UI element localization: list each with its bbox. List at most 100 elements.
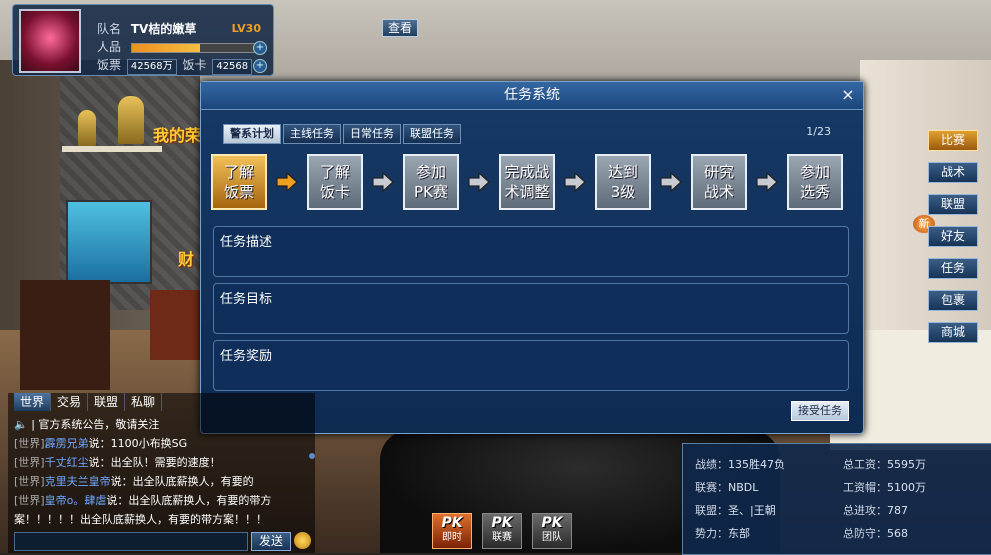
task-step-line: 参加	[799, 163, 830, 181]
popularity-bar	[130, 42, 257, 53]
close-icon[interactable]: ×	[841, 87, 855, 103]
task-step[interactable]: 参加 选秀	[787, 154, 843, 210]
tab-alliance[interactable]: 联盟任务	[403, 124, 461, 144]
side-menu-friends[interactable]: 好友	[928, 226, 978, 247]
task-step-line: 研究	[703, 163, 734, 181]
announcement-line: 🔈 | 官方系统公告，敬请关注	[14, 415, 306, 434]
plus-icon[interactable]: +	[253, 59, 267, 73]
page-indicator: 1/23	[806, 125, 831, 138]
task-steps: 了解 饭票 了解 饭卡 参加 PK赛 完成战 术调整 达到 3级 研究 战术 参加 选秀	[211, 154, 851, 216]
team-label: 队名	[97, 22, 122, 36]
task-step-label: 达到 3级	[608, 162, 638, 202]
task-step[interactable]: 达到 3级	[595, 154, 651, 210]
task-step-line: 了解	[223, 163, 254, 181]
emoji-icon[interactable]	[294, 532, 311, 549]
task-step-label: 了解 饭卡	[320, 162, 350, 202]
side-menu-tactics[interactable]: 战术	[928, 162, 978, 183]
arrow-right-icon	[564, 171, 586, 193]
view-button[interactable]: 查看	[382, 19, 418, 37]
chat-speaker[interactable]: 克里夫兰皇帝	[45, 475, 111, 488]
side-menu-match[interactable]: 比赛	[928, 130, 978, 151]
arrow-right-icon	[660, 171, 682, 193]
task-step-line: 了解	[319, 163, 350, 181]
arrow-right-icon	[468, 171, 490, 193]
cabinet	[20, 280, 110, 390]
task-step-label: 完成战 术调整	[504, 162, 549, 202]
chat-panel: 世界 交易 联盟 私聊 🔈 | 官方系统公告，敬请关注 [世界]霹雳兄弟说：11…	[8, 393, 315, 553]
stat-total-defense: 总防守：568	[843, 527, 908, 540]
chat-scrollbar[interactable]	[309, 453, 315, 459]
task-tabs: 警系计划 主线任务 日常任务 联盟任务	[223, 124, 463, 144]
task-dialog: 任务系统 × 警系计划 主线任务 日常任务 联盟任务 1/23 了解 饭票 了解 饭卡…	[200, 81, 864, 434]
task-step-line: PK赛	[414, 183, 448, 201]
stat-alliance: 联盟：圣、|王朝	[695, 504, 776, 517]
meal-card-label: 饭卡	[182, 58, 207, 72]
tab-plan[interactable]: 警系计划	[223, 124, 281, 144]
task-step[interactable]: 研究 战术	[691, 154, 747, 210]
chat-input[interactable]	[14, 532, 248, 551]
pk-button[interactable]: PK 团队	[532, 513, 572, 549]
task-step-line: 术调整	[504, 183, 550, 201]
task-step-line: 选秀	[799, 183, 830, 201]
chat-tabs: 世界 交易 联盟 私聊	[14, 393, 163, 411]
chat-speaker[interactable]: 皇帝o。肆虐	[45, 494, 107, 507]
side-menu-alliance[interactable]: 联盟	[928, 194, 978, 215]
dialog-title: 任务系统	[201, 82, 863, 110]
task-step[interactable]: 完成战 术调整	[499, 154, 555, 210]
task-step-label: 参加 PK赛	[414, 162, 448, 202]
accept-task-button[interactable]: 接受任务	[791, 401, 849, 421]
task-step-line: 完成战	[504, 163, 550, 181]
stat-total-salary: 总工资：5595万	[843, 458, 926, 471]
trophy-shelf	[62, 146, 162, 152]
task-step-label: 了解 饭票	[224, 162, 254, 202]
chat-message: [世界]霹雳兄弟说：1100小布换SG	[14, 434, 306, 453]
tab-daily[interactable]: 日常任务	[343, 124, 401, 144]
fish-tank	[66, 200, 152, 284]
pk-logo-icon: PK	[491, 515, 513, 531]
player-card: 队名 TV桔的嫩草 LV30 人品 饭票 42568万 饭卡 42568 + +	[12, 4, 274, 76]
chat-messages: 🔈 | 官方系统公告，敬请关注 [世界]霹雳兄弟说：1100小布换SG [世界]千…	[14, 415, 306, 529]
chat-tab-trade[interactable]: 交易	[51, 393, 89, 411]
task-step[interactable]: 参加 PK赛	[403, 154, 459, 210]
team-row: 队名 TV桔的嫩草 LV30	[97, 21, 269, 37]
team-stats-panel: 战绩：135胜47负 联赛：NBDL 联盟：圣、|王朝 势力：东部 总工资：55…	[682, 443, 991, 555]
task-description-panel: 任务描述	[213, 226, 849, 277]
pk-button-label: 即时	[442, 532, 462, 543]
chat-channel: [世界]	[14, 456, 45, 469]
chat-tab-world[interactable]: 世界	[14, 393, 52, 411]
trophy-icon	[78, 110, 96, 146]
chat-speaker[interactable]: 千丈红尘	[45, 456, 89, 469]
money-row: 饭票 42568万 饭卡 42568	[97, 57, 269, 75]
pk-logo-icon: PK	[441, 515, 463, 531]
tab-main[interactable]: 主线任务	[283, 124, 341, 144]
side-menu-tasks[interactable]: 任务	[928, 258, 978, 279]
chat-text: 说：出全队！需要的速度！	[88, 456, 221, 469]
avatar[interactable]	[19, 9, 81, 73]
pk-button[interactable]: PK 即时	[432, 513, 472, 549]
trophy-icon	[118, 96, 144, 144]
side-menu-shop[interactable]: 商城	[928, 322, 978, 343]
chat-message: [世界]千丈红尘说：出全队！需要的速度！	[14, 453, 306, 472]
chat-message: [世界]皇帝o。肆虐说：出全队底薪换人，有要的带方	[14, 491, 306, 510]
chat-tab-private[interactable]: 私聊	[125, 393, 163, 411]
task-step-line: 参加	[415, 163, 446, 181]
plus-icon[interactable]: +	[253, 41, 267, 55]
task-reward-title: 任务奖励	[220, 349, 273, 364]
wall-sign: 我的荣	[153, 126, 202, 145]
task-step-line: 饭卡	[319, 183, 350, 201]
popularity-row: 人品	[97, 39, 269, 55]
side-menu-bag[interactable]: 包裹	[928, 290, 978, 311]
chat-text: 说：1100小布换SG	[88, 437, 188, 450]
task-step-line: 达到	[607, 163, 638, 181]
task-step[interactable]: 了解 饭票	[211, 154, 267, 210]
task-step[interactable]: 了解 饭卡	[307, 154, 363, 210]
chat-channel: [世界]	[14, 475, 45, 488]
chat-tab-alliance[interactable]: 联盟	[88, 393, 126, 411]
announcement-text: 官方系统公告，敬请关注	[38, 418, 160, 431]
popularity-label: 人品	[97, 40, 122, 54]
pk-button[interactable]: PK 联赛	[482, 513, 522, 549]
send-button[interactable]: 发送	[251, 532, 291, 551]
chat-speaker[interactable]: 霹雳兄弟	[45, 437, 89, 450]
team-name: TV桔的嫩草	[130, 22, 197, 36]
task-goal-title: 任务目标	[220, 292, 273, 307]
